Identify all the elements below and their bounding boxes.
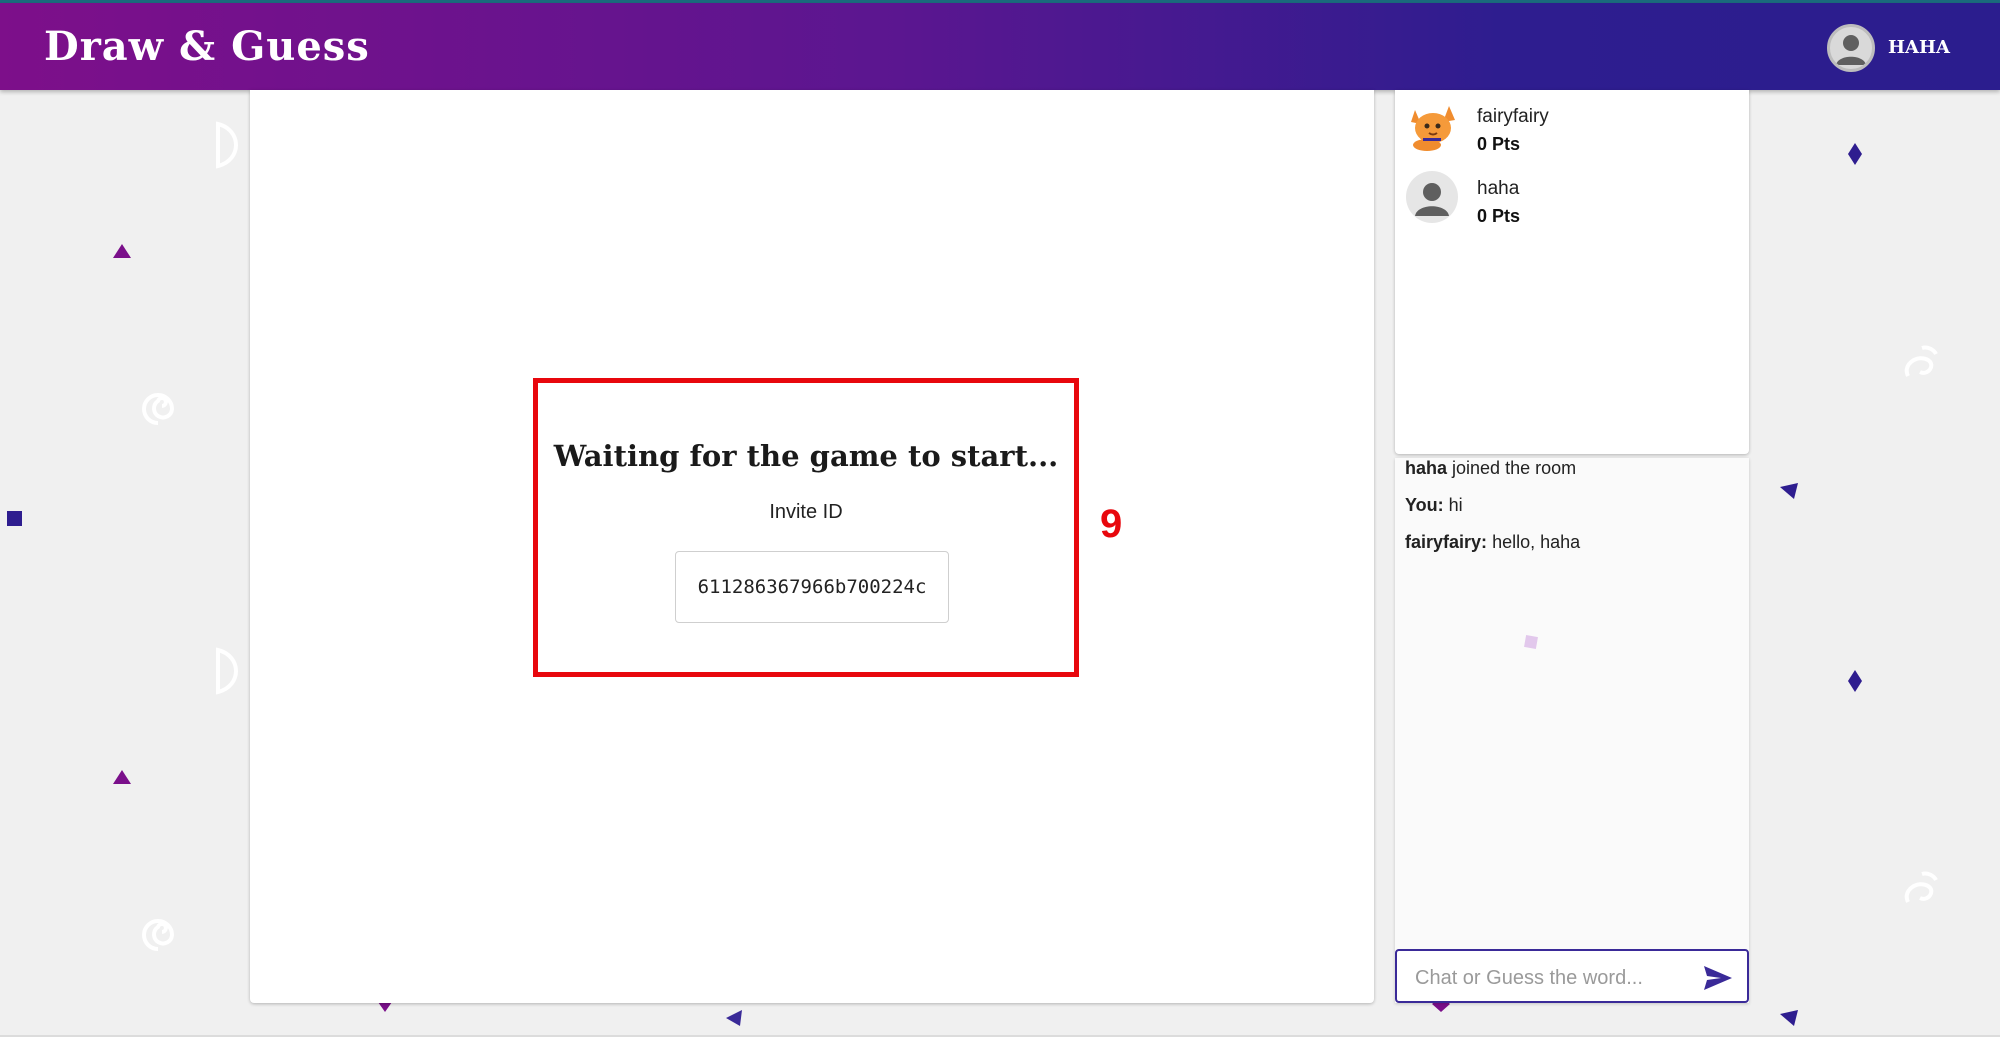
chat-input-box[interactable]	[1395, 949, 1749, 1003]
app-header: Draw & Guess HAHA	[0, 3, 2000, 90]
chat-sender: You:	[1405, 495, 1444, 515]
annotation-step-number: 9	[1100, 502, 1123, 546]
chat-text: hello, haha	[1492, 532, 1581, 552]
player-name: fairyfairy	[1477, 106, 1549, 127]
chat-text: joined the room	[1452, 458, 1577, 478]
triangle-decoration-icon	[1780, 1010, 1798, 1026]
triangle-decoration-icon	[726, 1010, 742, 1026]
send-icon[interactable]	[1703, 965, 1733, 991]
invite-id-field[interactable]: 611286367966b700224c	[675, 551, 949, 623]
player-score: 0 Pts	[1477, 134, 1521, 154]
waiting-title: Waiting for the game to start...	[553, 439, 1059, 473]
waiting-dialog: Waiting for the game to start... Invite …	[533, 378, 1079, 677]
chat-message: You: hi	[1405, 495, 1463, 516]
chat-text: hi	[1448, 495, 1463, 515]
player-name: haha	[1477, 178, 1520, 199]
square-decoration-icon	[7, 511, 22, 526]
diamond-decoration-icon	[1848, 670, 1862, 692]
chat-input[interactable]	[1413, 963, 1687, 993]
swirl-decoration-icon	[1904, 345, 1938, 377]
diamond-decoration-icon	[1848, 143, 1862, 165]
chat-sender: haha	[1405, 458, 1448, 478]
triangle-decoration-icon	[113, 770, 131, 784]
app-logo[interactable]: Draw & Guess	[44, 23, 370, 70]
default-user-avatar-icon	[1406, 171, 1458, 223]
player-item[interactable]: haha 0 Pts	[1405, 170, 1735, 230]
moon-decoration-icon	[216, 121, 238, 169]
chat-sender: fairyfairy:	[1405, 532, 1488, 552]
square-decoration-icon	[1524, 635, 1538, 649]
invite-id-label: Invite ID	[769, 501, 843, 523]
player-score: 0 Pts	[1477, 206, 1521, 226]
swirl-decoration-icon	[142, 393, 175, 425]
players-panel: fairyfairy 0 Pts haha 0 Pts	[1395, 90, 1749, 454]
triangle-decoration-icon	[378, 1002, 392, 1012]
player-item[interactable]: fairyfairy 0 Pts	[1405, 98, 1735, 158]
triangle-decoration-icon	[113, 244, 131, 258]
moon-decoration-icon	[216, 647, 238, 695]
cat-avatar-icon	[1411, 106, 1455, 151]
swirl-decoration-icon	[1904, 871, 1938, 903]
user-avatar-icon[interactable]	[1827, 24, 1875, 72]
chat-message: haha joined the room	[1405, 458, 1576, 479]
chat-message: fairyfairy: hello, haha	[1405, 532, 1580, 553]
swirl-decoration-icon	[142, 919, 175, 951]
chat-panel: haha joined the room You: hi fairyfairy:…	[1395, 458, 1749, 1003]
username[interactable]: HAHA	[1888, 37, 1950, 58]
triangle-decoration-icon	[1780, 483, 1798, 499]
